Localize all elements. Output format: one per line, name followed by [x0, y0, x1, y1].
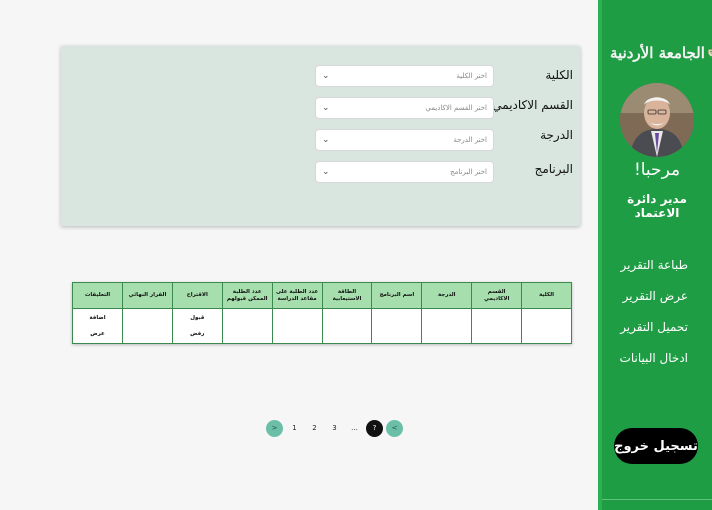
sidebar-divider [602, 499, 712, 500]
chevron-down-icon: ⌄ [322, 167, 330, 177]
sidebar-item-print-report[interactable]: طباعة التقرير [602, 256, 712, 287]
department-select[interactable]: اختر القسم الاكاديمي ⌄ [315, 97, 494, 119]
university-logo: الجامعة الأردنية [610, 40, 712, 66]
suggestion-cell: قبول رفض [171, 308, 223, 344]
accept-link[interactable]: قبول [174, 315, 221, 321]
table-cell [371, 308, 423, 344]
faculty-select[interactable]: اختر الكلية ⌄ [315, 65, 494, 87]
department-label: القسم الاكاديمي [492, 98, 573, 112]
degree-label: الدرجة [540, 128, 573, 142]
page-ellipsis: ... [351, 424, 358, 432]
department-select-value: اختر القسم الاكاديمي [425, 104, 487, 112]
column-header: الكلية [521, 282, 572, 309]
table-cell [521, 308, 572, 344]
sidebar-item-view-report[interactable]: عرض التقرير [602, 287, 712, 318]
add-comment-link[interactable]: اضافة [74, 315, 121, 321]
column-header: الدرجة [421, 282, 473, 309]
column-header: عدد الطلبة على مقاعد الدراسة [271, 282, 323, 309]
chevron-down-icon: ⌄ [322, 71, 330, 81]
sidebar-menu: طباعة التقرير عرض التقرير تحميل التقرير … [602, 256, 712, 380]
column-header: التعليقات [72, 282, 123, 309]
chevron-down-icon: ⌄ [322, 135, 330, 145]
table-cell [271, 308, 323, 344]
table-cell [471, 308, 523, 344]
column-header: القرار النهائي [121, 282, 173, 309]
column-header: اسم البرنامج [371, 282, 423, 309]
programs-table: الكلية القسم الاكاديمي الدرجة اسم البرنا… [72, 282, 572, 344]
table-cell [321, 308, 373, 344]
profile-photo [620, 83, 694, 157]
degree-select-value: اختر الدرجة [453, 136, 487, 144]
sidebar: الجامعة الأردنية مرحبا! مدير دائرة الاعت… [598, 0, 712, 510]
column-header: الطاقة الاستيعابية [321, 282, 373, 309]
table-cell [221, 308, 273, 344]
program-select[interactable]: اختر البرنامج ⌄ [315, 161, 494, 183]
page-1[interactable]: 1 [286, 420, 303, 437]
page-current[interactable]: ? [366, 420, 383, 437]
final-decision-cell [121, 308, 173, 344]
reject-link[interactable]: رفض [174, 331, 221, 337]
avatar [620, 83, 694, 157]
faculty-select-value: اختر الكلية [456, 72, 487, 80]
sidebar-item-data-entry[interactable]: ادخال البيانات [602, 349, 712, 380]
table-row: قبول رفض اضافة عرض [72, 308, 572, 344]
column-header: عدد الطلبة الممكن قبولهم [221, 282, 273, 309]
program-label: البرنامج [534, 162, 573, 176]
logo-text: الجامعة الأردنية [610, 44, 705, 62]
chevron-right-icon[interactable]: > [266, 420, 283, 437]
page-3[interactable]: 3 [326, 420, 343, 437]
shield-icon [708, 49, 712, 57]
faculty-label: الكلية [545, 68, 573, 82]
chevron-left-icon[interactable]: < [386, 420, 403, 437]
column-header: الاقتراح [171, 282, 223, 309]
page-2[interactable]: 2 [306, 420, 323, 437]
pagination: > 1 2 3 ... ? < [266, 420, 406, 437]
chevron-down-icon: ⌄ [322, 103, 330, 113]
user-role: مدير دائرة الاعتماد [627, 192, 687, 220]
column-header: القسم الاكاديمي [471, 282, 523, 309]
comments-cell: اضافة عرض [72, 308, 123, 344]
table-cell [421, 308, 473, 344]
logout-button[interactable]: تسجيل خروج [614, 428, 698, 464]
sidebar-item-download-report[interactable]: تحميل التقرير [602, 318, 712, 349]
degree-select[interactable]: اختر الدرجة ⌄ [315, 129, 494, 151]
table-header-row: الكلية القسم الاكاديمي الدرجة اسم البرنا… [72, 282, 572, 309]
view-comment-link[interactable]: عرض [74, 331, 121, 337]
greeting-text: مرحبا! [633, 160, 681, 180]
filter-panel: الكلية اختر الكلية ⌄ القسم الاكاديمي اخت… [61, 46, 580, 226]
program-select-value: اختر البرنامج [450, 168, 487, 176]
